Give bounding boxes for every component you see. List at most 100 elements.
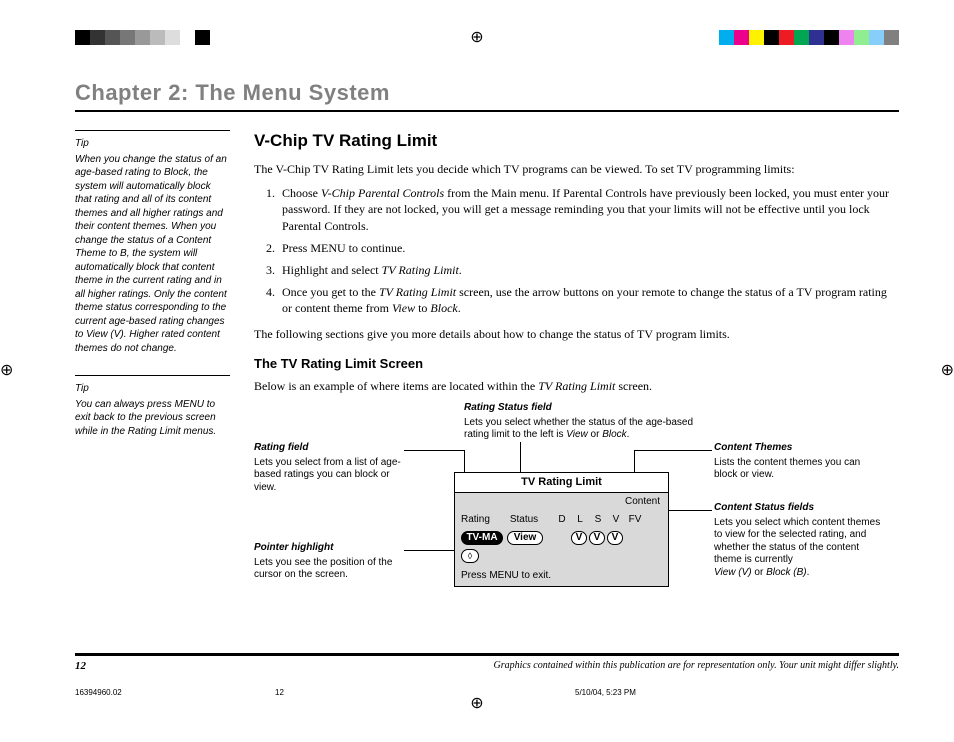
- callout-title: Content Status fields: [714, 502, 889, 515]
- tip-box: Tip You can always press MENU to exit ba…: [75, 375, 230, 438]
- color-swatch: [749, 30, 764, 45]
- text: or: [752, 567, 766, 578]
- step-text: to: [415, 301, 430, 315]
- color-swatch: [734, 30, 749, 45]
- col-l: L: [571, 513, 589, 527]
- paragraph: Below is an example of where items are l…: [254, 378, 899, 394]
- tip-heading: Tip: [75, 137, 230, 151]
- main-column: V-Chip TV Rating Limit The V-Chip TV Rat…: [254, 130, 899, 632]
- registration-mark-icon: ⊕: [0, 363, 13, 379]
- text: Lets you select which content themes to …: [714, 517, 880, 566]
- content-heading: Content: [625, 495, 660, 509]
- callout-desc: Lets you select from a list of age-based…: [254, 457, 404, 495]
- steps-list: Choose V-Chip Parental Controls from the…: [278, 185, 899, 316]
- screen-footer: Press MENU to exit.: [461, 569, 551, 583]
- chapter-title: Chapter 2: The Menu System: [75, 80, 899, 112]
- color-swatch: [90, 30, 105, 45]
- color-swatch: [105, 30, 120, 45]
- text: Below is an example of where items are l…: [254, 379, 538, 393]
- status-pill: View: [507, 531, 543, 545]
- content-status-pill: V: [571, 531, 587, 545]
- text-em: View (V): [714, 567, 752, 578]
- tip-body: When you change the status of an age-bas…: [75, 153, 230, 356]
- color-swatch: [120, 30, 135, 45]
- text-em: Block: [602, 429, 626, 440]
- color-swatch: [839, 30, 854, 45]
- page-number: 12: [75, 660, 86, 672]
- callout-rating-status-field: Rating Status field Lets you select whet…: [464, 402, 714, 442]
- callout-desc: Lets you select which content themes to …: [714, 517, 889, 567]
- text: or: [588, 429, 602, 440]
- callout-pointer-highlight: Pointer highlight Lets you see the posit…: [254, 542, 404, 582]
- subsection-heading: The TV Rating Limit Screen: [254, 355, 899, 373]
- tv-rating-limit-screen: TV Rating Limit Content Rating Status D …: [454, 472, 669, 587]
- color-swatch: [809, 30, 824, 45]
- step-item: Press MENU to continue.: [278, 240, 899, 256]
- intro-paragraph: The V-Chip TV Rating Limit lets you deci…: [254, 161, 899, 177]
- print-color-bar-left: [75, 30, 225, 45]
- col-v: V: [607, 513, 625, 527]
- color-swatch: [884, 30, 899, 45]
- step-item: Choose V-Chip Parental Controls from the…: [278, 185, 899, 234]
- registration-mark-icon: ⊕: [470, 30, 483, 46]
- tip-body: You can always press MENU to exit back t…: [75, 398, 230, 439]
- step-em: TV Rating Limit: [379, 285, 456, 299]
- col-status: Status: [503, 513, 545, 527]
- col-s: S: [589, 513, 607, 527]
- paragraph: The following sections give you more det…: [254, 326, 899, 342]
- color-swatch: [764, 30, 779, 45]
- text: screen.: [615, 379, 652, 393]
- callout-desc: Lists the content themes you can block o…: [714, 457, 884, 482]
- callout-desc: View (V) or Block (B).: [714, 567, 889, 580]
- print-job-line: 16394960.02 12 5/10/04, 5:23 PM: [75, 688, 899, 697]
- callout-title: Rating field: [254, 442, 404, 455]
- registration-mark-icon: ⊕: [470, 696, 483, 712]
- text-em: View: [566, 429, 588, 440]
- color-swatch: [869, 30, 884, 45]
- diagram: Rating field Lets you select from a list…: [254, 402, 899, 632]
- content-status-pill: V: [589, 531, 605, 545]
- sidebar: Tip When you change the status of an age…: [75, 130, 230, 632]
- tip-heading: Tip: [75, 382, 230, 396]
- col-rating: Rating: [461, 513, 503, 527]
- screen-title: TV Rating Limit: [455, 473, 668, 493]
- print-color-bar-right: [719, 30, 899, 45]
- page-footer: 12 Graphics contained within this public…: [75, 653, 899, 672]
- color-swatch: [210, 30, 225, 45]
- step-text: Press MENU to continue.: [282, 241, 405, 255]
- callout-title: Content Themes: [714, 442, 884, 455]
- step-text: Once you get to the: [282, 285, 379, 299]
- color-swatch: [75, 30, 90, 45]
- color-swatch: [195, 30, 210, 45]
- registration-mark-icon: ⊕: [941, 363, 954, 379]
- step-text: Choose: [282, 186, 321, 200]
- section-heading: V-Chip TV Rating Limit: [254, 130, 899, 153]
- pointer-highlight-icon: ◊: [461, 549, 479, 563]
- step-em: V-Chip Parental Controls: [321, 186, 444, 200]
- tip-box: Tip When you change the status of an age…: [75, 130, 230, 355]
- text: .: [807, 567, 810, 578]
- step-text: Highlight and select: [282, 263, 382, 277]
- page-content: Chapter 2: The Menu System Tip When you …: [75, 80, 899, 672]
- color-swatch: [824, 30, 839, 45]
- job-timestamp: 5/10/04, 5:23 PM: [575, 688, 636, 697]
- callout-rating-field: Rating field Lets you select from a list…: [254, 442, 404, 494]
- leader-line: [634, 450, 712, 451]
- text-em: Block (B): [766, 567, 807, 578]
- callout-title: Pointer highlight: [254, 542, 404, 555]
- job-page: 12: [275, 688, 575, 697]
- step-em: View: [392, 301, 415, 315]
- job-file: 16394960.02: [75, 688, 275, 697]
- rating-pill: TV-MA: [461, 531, 503, 545]
- callout-title: Rating Status field: [464, 402, 714, 415]
- step-em: TV Rating Limit: [382, 263, 459, 277]
- content-status-pill: V: [607, 531, 623, 545]
- color-swatch: [779, 30, 794, 45]
- col-fv: FV: [625, 513, 645, 527]
- col-d: D: [553, 513, 571, 527]
- color-swatch: [135, 30, 150, 45]
- leader-line: [404, 550, 459, 551]
- callout-desc: Lets you select whether the status of th…: [464, 417, 714, 442]
- color-swatch: [180, 30, 195, 45]
- callout-content-themes: Content Themes Lists the content themes …: [714, 442, 884, 482]
